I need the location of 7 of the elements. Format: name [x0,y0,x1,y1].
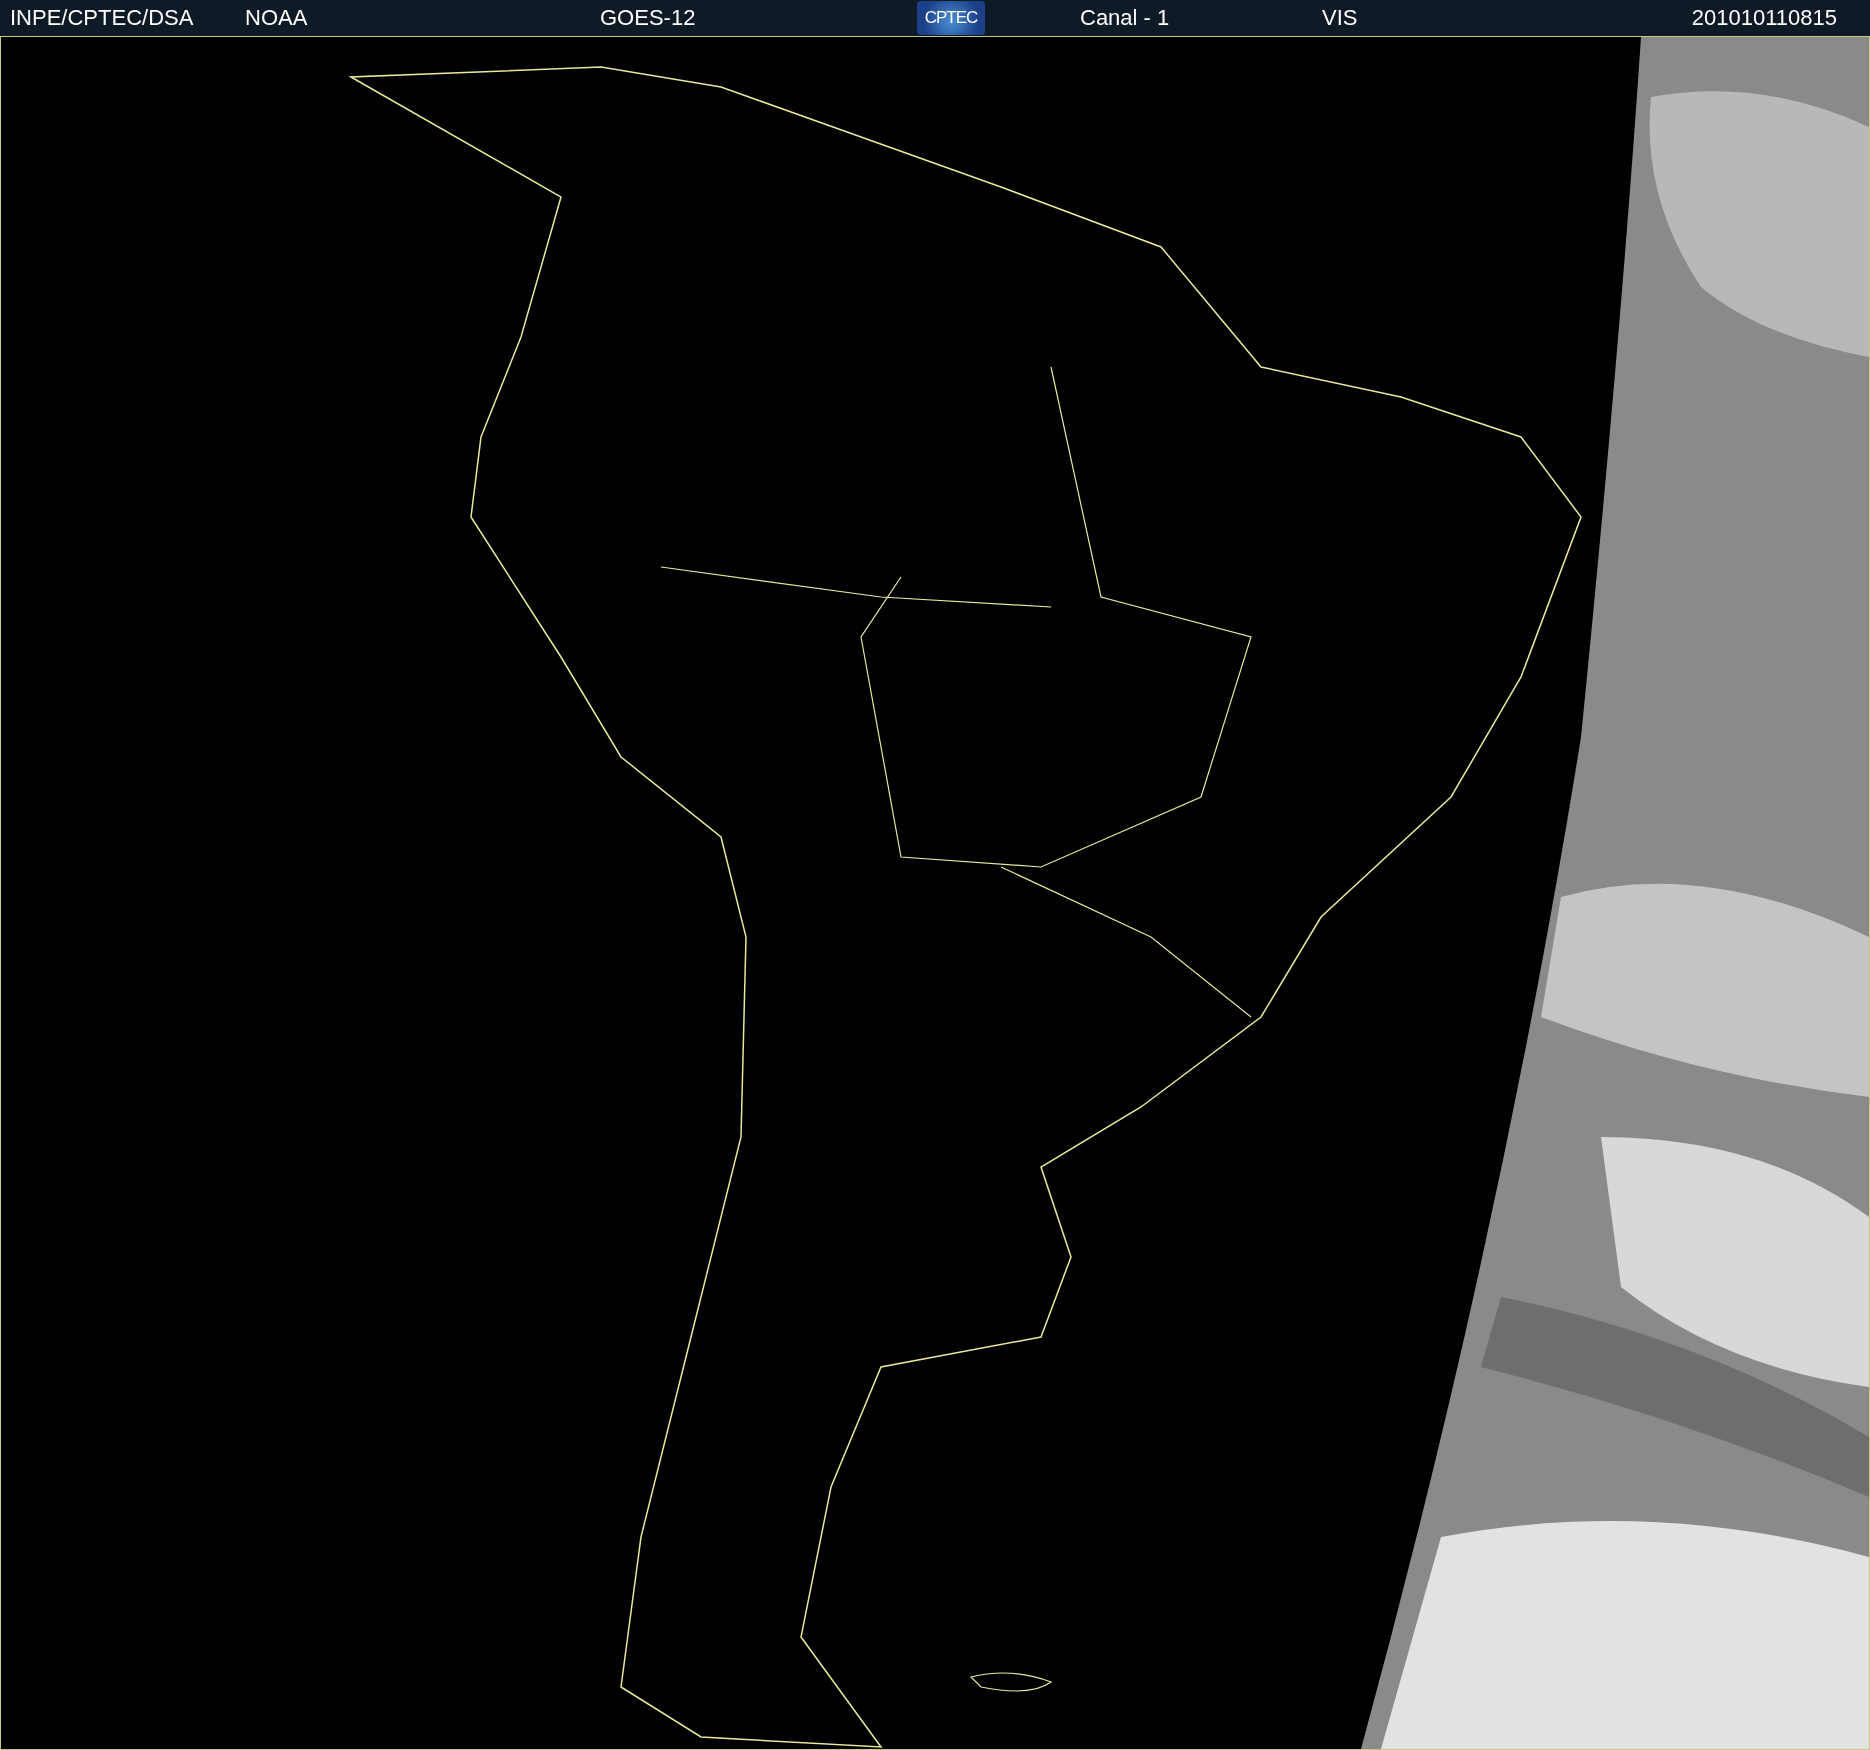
header-label: Canal - 1 [1080,5,1171,31]
header-label: GOES-12 [600,5,697,31]
header-label: VIS [1322,5,1359,31]
header-label: INPE/CPTEC/DSA [10,5,195,31]
logo: CPTEC [917,1,985,35]
header-label: NOAA [245,5,309,31]
header-label: 201010110815 [1691,5,1837,31]
